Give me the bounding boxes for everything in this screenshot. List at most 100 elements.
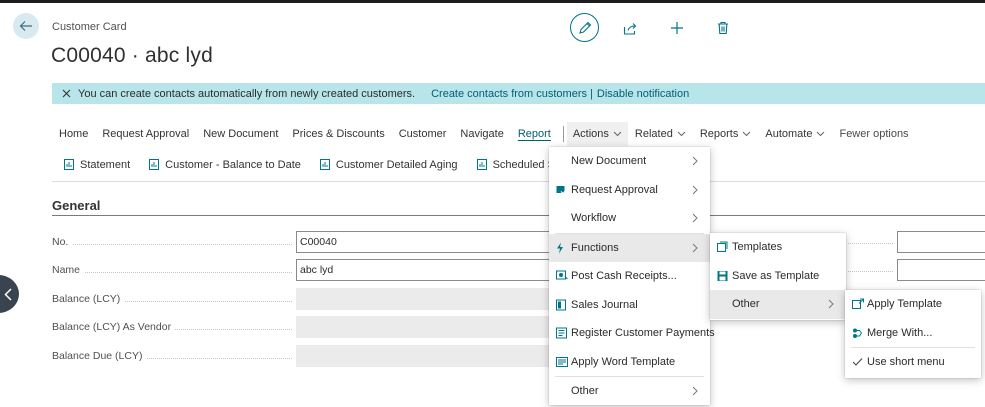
menu-item-label: Apply Word Template (571, 355, 676, 368)
edit-button[interactable] (570, 13, 599, 42)
menu-item-save-as-template[interactable]: Save as Template (710, 262, 846, 291)
cash-receipt-icon (556, 270, 568, 282)
menu-automate[interactable]: Automate (758, 122, 832, 146)
menu-actions[interactable]: Actions (566, 122, 628, 146)
field-label: Balance Due (LCY) (52, 350, 292, 362)
menu-item-label: Sales Journal (571, 298, 638, 311)
menu-item-functions-other[interactable]: Other (710, 290, 846, 319)
report-icon (476, 159, 487, 170)
menu-item-workflow[interactable]: Workflow (549, 204, 710, 233)
chevron-down-icon (742, 131, 751, 137)
menu-item-label: Templates (732, 241, 783, 254)
field-dots (848, 243, 893, 244)
menu-item-label: Register Customer Payments (571, 327, 715, 340)
no-input[interactable]: C00040 (296, 231, 556, 253)
page-caption: Customer Card (52, 21, 127, 33)
field-dots (848, 271, 893, 272)
top-border (0, 0, 985, 3)
disable-notification-link[interactable]: Disable notification (597, 88, 689, 100)
report-customer-balance[interactable]: Customer - Balance to Date (149, 159, 301, 171)
chevron-right-icon (692, 243, 698, 253)
menu-item-request-approval[interactable]: Request Approval (549, 176, 710, 205)
report-bar: Statement Customer - Balance to Date Cus… (52, 151, 552, 178)
menu-item-label: New Document (571, 155, 647, 168)
menu-item-label: Use short menu (867, 356, 945, 369)
menu-new-document[interactable]: New Document (196, 122, 285, 146)
balance-lcy-value[interactable] (296, 288, 556, 310)
right-field-input[interactable] (897, 259, 985, 281)
balance-lcy-vendor-value[interactable] (296, 316, 556, 338)
merge-icon (852, 327, 864, 338)
create-contacts-link[interactable]: Create contacts from customers | (431, 88, 593, 100)
menu-item-new-document[interactable]: New Document (549, 147, 710, 176)
divider (52, 215, 985, 216)
menu-item-other[interactable]: Other (549, 377, 710, 406)
right-field-input[interactable] (897, 231, 985, 253)
menu-item-sales-journal[interactable]: Sales Journal (549, 291, 710, 320)
fewer-options-button[interactable]: Fewer options (832, 122, 915, 146)
menu-automate-label: Automate (765, 128, 813, 140)
menu-reports-label: Reports (699, 128, 739, 140)
other-submenu: Apply Template Merge With... Use short m… (845, 290, 981, 378)
field-label: No. (52, 236, 292, 248)
chevron-right-icon (692, 185, 698, 195)
chevron-right-icon (692, 156, 698, 166)
report-scheduled-statements[interactable]: Scheduled Statements (476, 158, 552, 171)
menu-request-approval[interactable]: Request Approval (95, 122, 196, 146)
menu-customer[interactable]: Customer (392, 122, 454, 146)
report-label: Customer - Balance to Date (165, 158, 301, 171)
chevron-down-icon (613, 131, 622, 137)
new-button[interactable] (667, 18, 687, 38)
trash-icon (718, 21, 728, 35)
field-no: No. C00040 (52, 231, 556, 253)
menu-related[interactable]: Related (628, 122, 693, 146)
plus-icon (671, 22, 683, 34)
template-icon (717, 241, 728, 253)
menu-separator (562, 126, 564, 142)
menu-prices-discounts[interactable]: Prices & Discounts (285, 122, 391, 146)
name-input[interactable]: abc lyd (296, 259, 556, 281)
dismiss-notification-button[interactable] (62, 89, 71, 98)
chevron-right-icon (828, 299, 834, 309)
menu-item-label: Request Approval (571, 183, 658, 196)
report-icon (149, 159, 160, 170)
menu-item-post-cash-receipts[interactable]: Post Cash Receipts... (549, 262, 710, 291)
report-label: Scheduled Statements (492, 158, 552, 171)
apply-template-icon (852, 298, 864, 310)
menu-item-templates[interactable]: Templates (710, 233, 846, 262)
menu-item-functions[interactable]: Functions (549, 233, 710, 262)
report-label: Customer Detailed Aging (335, 158, 458, 171)
share-button[interactable] (620, 18, 640, 38)
menu-actions-label: Actions (572, 128, 609, 140)
payment-register-icon (556, 327, 567, 339)
balance-due-value[interactable] (296, 345, 556, 367)
collapse-panel-button[interactable] (0, 275, 19, 313)
menu-item-apply-template[interactable]: Apply Template (845, 290, 981, 319)
section-general-heading[interactable]: General (52, 198, 100, 213)
delete-button[interactable] (713, 18, 733, 38)
menu-item-label: Other (732, 298, 760, 311)
back-button[interactable] (13, 13, 39, 39)
report-statement[interactable]: Statement (64, 159, 130, 171)
report-detailed-aging[interactable]: Customer Detailed Aging (319, 158, 458, 171)
menu-item-use-short-menu[interactable]: Use short menu (845, 348, 981, 377)
menu-reports[interactable]: Reports (693, 122, 759, 146)
field-label: Name (52, 264, 292, 276)
menu-item-register-payments[interactable]: Register Customer Payments (549, 319, 715, 348)
menu-item-merge-with[interactable]: Merge With... (845, 319, 981, 348)
menu-report[interactable]: Report (511, 122, 558, 146)
menu-home[interactable]: Home (52, 122, 95, 146)
field-balance-lcy-vendor: Balance (LCY) As Vendor (52, 316, 556, 338)
field-balance-lcy: Balance (LCY) (52, 288, 556, 310)
report-icon (64, 159, 74, 170)
functions-submenu: Templates Save as Template Other (710, 233, 846, 320)
menu-item-label: Functions (571, 241, 619, 254)
journal-icon (556, 299, 566, 311)
menu-navigate[interactable]: Navigate (453, 122, 510, 146)
menu-related-label: Related (634, 128, 673, 140)
menu-item-label: Save as Template (732, 269, 820, 282)
menu-item-label: Post Cash Receipts... (571, 270, 677, 283)
word-template-icon (556, 356, 568, 367)
divider (52, 181, 985, 182)
menu-item-apply-word-template[interactable]: Apply Word Template (549, 348, 710, 377)
